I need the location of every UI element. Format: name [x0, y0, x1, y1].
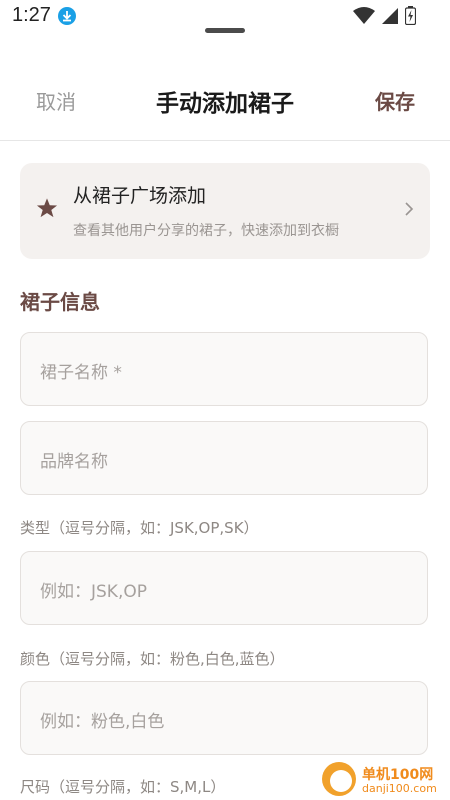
- brand-name-placeholder: 品牌名称: [40, 452, 108, 472]
- download-icon: [58, 7, 76, 25]
- add-skirt-screen: 1:27 取消 手动添加裙子 保存 从裙子广场添加 查看其他用户分享的裙子，快速…: [0, 0, 450, 800]
- watermark-name: 单机100网: [362, 767, 434, 783]
- size-field-label: 尺码（逗号分隔，如：S,M,L）: [20, 778, 226, 796]
- type-field-label: 类型（逗号分隔，如：JSK,OP,SK）: [20, 519, 259, 537]
- battery-icon: [404, 6, 417, 29]
- watermark-logo: 单机100网 danji100.com: [320, 760, 450, 800]
- sheet-grab-handle[interactable]: [205, 28, 245, 33]
- wifi-icon: [353, 6, 375, 29]
- skirt-name-input[interactable]: 裙子名称 *: [20, 332, 428, 406]
- status-time: 1:27: [12, 4, 51, 26]
- plaza-card-subtitle: 查看其他用户分享的裙子，快速添加到衣橱: [73, 223, 339, 239]
- chevron-right-icon: [404, 201, 414, 221]
- add-from-plaza-card[interactable]: 从裙子广场添加 查看其他用户分享的裙子，快速添加到衣橱: [20, 163, 430, 259]
- header-bar: 取消 手动添加裙子 保存: [0, 70, 450, 141]
- watermark-circle-icon: [322, 762, 356, 796]
- save-button[interactable]: 保存: [375, 86, 415, 115]
- watermark-domain: danji100.com: [362, 782, 437, 795]
- type-placeholder: 例如：JSK,OP: [40, 582, 147, 602]
- plaza-card-title: 从裙子广场添加: [73, 185, 207, 207]
- brand-name-input[interactable]: 品牌名称: [20, 421, 428, 495]
- color-field-label: 颜色（逗号分隔，如：粉色,白色,蓝色）: [20, 650, 285, 668]
- star-icon: [36, 197, 58, 223]
- color-input[interactable]: 例如：粉色,白色: [20, 681, 428, 755]
- color-placeholder: 例如：粉色,白色: [40, 712, 165, 732]
- section-title-skirt-info: 裙子信息: [20, 290, 100, 314]
- skirt-name-placeholder: 裙子名称 *: [40, 363, 122, 383]
- type-input[interactable]: 例如：JSK,OP: [20, 551, 428, 625]
- signal-icon: [381, 7, 399, 29]
